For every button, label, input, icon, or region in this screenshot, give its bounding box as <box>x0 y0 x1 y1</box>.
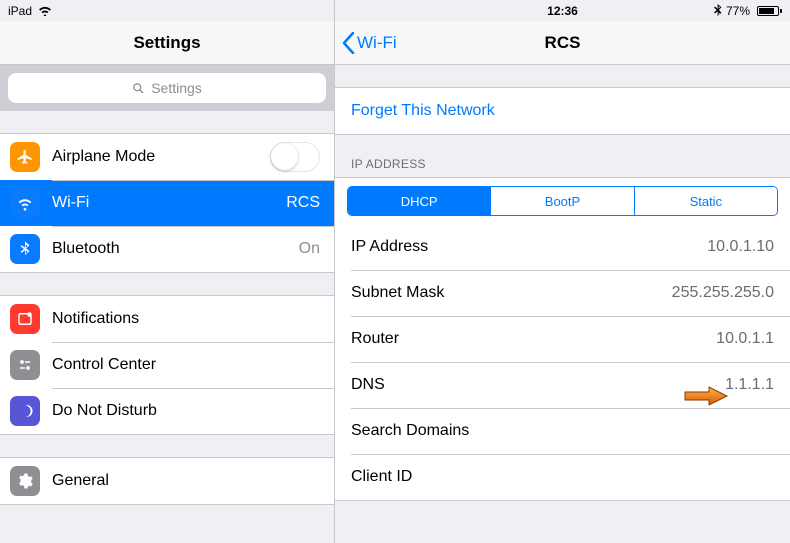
tab-dhcp[interactable]: DHCP <box>348 187 490 215</box>
battery-percent: 77% <box>726 4 750 18</box>
row-do-not-disturb[interactable]: Do Not Disturb <box>0 388 334 434</box>
forget-network-button[interactable]: Forget This Network <box>335 88 790 134</box>
right-pane: 12:36 77% Wi-Fi RCS Forget This Network … <box>335 0 790 543</box>
row-notifications[interactable]: Notifications <box>0 296 334 342</box>
ip-config-segmented: DHCP BootP Static <box>347 186 778 216</box>
right-header: Wi-Fi RCS <box>335 21 790 65</box>
battery-icon <box>754 6 782 16</box>
left-pane: iPad Settings Settings Airplane Mode <box>0 0 335 543</box>
general-icon <box>10 466 40 496</box>
bluetooth-label: Bluetooth <box>52 240 299 258</box>
status-bar-left: iPad <box>0 0 334 21</box>
chevron-left-icon <box>341 32 355 54</box>
settings-group-alerts: Notifications Control Center Do Not Dist… <box>0 295 334 435</box>
wifi-label: Wi-Fi <box>52 194 286 212</box>
annotation-arrow-icon <box>683 385 729 407</box>
general-label: General <box>52 472 320 490</box>
bluetooth-value: On <box>299 240 320 258</box>
control-center-icon <box>10 350 40 380</box>
segmented-wrap: DHCP BootP Static <box>335 177 790 224</box>
subnet-value: 255.255.255.0 <box>672 284 774 302</box>
search-icon <box>132 82 145 95</box>
dnd-icon <box>10 396 40 426</box>
control-center-label: Control Center <box>52 356 320 374</box>
search-placeholder: Settings <box>151 80 202 96</box>
back-button[interactable]: Wi-Fi <box>335 32 397 54</box>
row-ip-address[interactable]: IP Address 10.0.1.10 <box>335 224 790 270</box>
device-name: iPad <box>8 4 32 18</box>
tab-bootp[interactable]: BootP <box>490 187 633 215</box>
airplane-icon <box>10 142 40 172</box>
settings-group-connectivity: Airplane Mode Wi-Fi RCS Bluetooth On <box>0 133 334 273</box>
row-bluetooth[interactable]: Bluetooth On <box>0 226 334 272</box>
wifi-icon <box>10 188 40 218</box>
row-airplane-mode[interactable]: Airplane Mode <box>0 134 334 180</box>
dns-value: 1.1.1.1 <box>725 376 774 394</box>
settings-title: Settings <box>133 33 200 53</box>
dnd-label: Do Not Disturb <box>52 402 320 420</box>
bluetooth-status-icon <box>714 4 722 17</box>
ip-address-label: IP Address <box>351 238 707 256</box>
row-client-id[interactable]: Client ID <box>335 454 790 500</box>
row-router[interactable]: Router 10.0.1.1 <box>335 316 790 362</box>
router-value: 10.0.1.1 <box>716 330 774 348</box>
router-label: Router <box>351 330 716 348</box>
airplane-label: Airplane Mode <box>52 148 270 166</box>
row-control-center[interactable]: Control Center <box>0 342 334 388</box>
left-header: Settings <box>0 21 334 65</box>
bluetooth-icon <box>10 234 40 264</box>
search-container: Settings <box>0 65 334 111</box>
row-search-domains[interactable]: Search Domains <box>335 408 790 454</box>
settings-screen: iPad Settings Settings Airplane Mode <box>0 0 790 543</box>
tab-static[interactable]: Static <box>634 187 777 215</box>
settings-group-general: General <box>0 457 334 505</box>
ip-details: IP Address 10.0.1.10 Subnet Mask 255.255… <box>335 224 790 501</box>
dns-label: DNS <box>351 376 725 394</box>
airplane-toggle[interactable] <box>270 142 320 172</box>
search-domains-label: Search Domains <box>351 422 774 440</box>
status-bar-right: 12:36 77% <box>335 0 790 21</box>
row-subnet-mask[interactable]: Subnet Mask 255.255.255.0 <box>335 270 790 316</box>
section-header-ip: IP ADDRESS <box>335 135 790 177</box>
network-title: RCS <box>545 33 581 53</box>
notifications-icon <box>10 304 40 334</box>
wifi-value: RCS <box>286 194 320 212</box>
back-label: Wi-Fi <box>357 33 397 53</box>
forget-group: Forget This Network <box>335 87 790 135</box>
subnet-label: Subnet Mask <box>351 284 672 302</box>
wifi-status-icon <box>38 5 52 16</box>
notifications-label: Notifications <box>52 310 320 328</box>
client-id-label: Client ID <box>351 468 774 486</box>
status-clock: 12:36 <box>547 4 578 18</box>
row-wifi[interactable]: Wi-Fi RCS <box>0 180 334 226</box>
search-input[interactable]: Settings <box>8 73 326 103</box>
ip-address-value: 10.0.1.10 <box>707 238 774 256</box>
row-general[interactable]: General <box>0 458 334 504</box>
